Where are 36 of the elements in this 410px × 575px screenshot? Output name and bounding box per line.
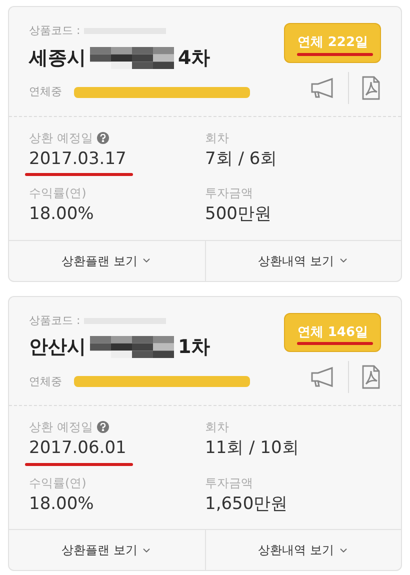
field-value: 500만원 [205,203,272,226]
field-label: 상환 예정일 [29,419,93,436]
field-label: 투자금액 [205,185,253,202]
field-value: 2017.03.17 [29,148,126,170]
help-icon[interactable] [96,132,109,144]
field-label: 회차 [205,130,229,146]
title-prefix: 안산시 [29,335,86,360]
pdf-icon[interactable] [361,76,381,100]
field-value: 1,650만원 [205,492,288,516]
toggle-button[interactable]: 상환내역 보기 [205,530,401,570]
field-value: 18.00% [29,492,94,516]
title-suffix: 1차 [178,335,210,360]
status-label: 연체중 [29,374,62,390]
title-suffix: 4차 [178,46,210,70]
overdue-badge: 연체 146일 [284,312,381,352]
toggle-button[interactable]: 상환플랜 보기 [9,530,205,570]
pdf-icon[interactable] [361,365,381,389]
help-icon[interactable] [96,421,109,433]
field-label: 상환 예정일 [29,130,93,146]
field-label: 투자금액 [205,474,253,492]
field-value: 7회 / 6회 [205,148,278,170]
field-value: 18.00% [29,203,94,226]
status-label: 연체중 [29,84,62,100]
toggle-button[interactable]: 상환내역 보기 [205,240,401,280]
product-code-label: 상품코드 : [29,23,80,39]
field-label: 회차 [205,419,229,436]
megaphone-icon[interactable] [310,366,336,388]
product-code-label: 상품코드 : [29,312,80,328]
field-label: 수익률(연) [29,474,86,492]
field-value: 2017.06.01 [29,437,126,460]
field-label: 수익률(연) [29,185,86,202]
title-prefix: 세종시 [29,46,86,70]
field-value: 11회 / 10회 [205,437,299,460]
toggle-button[interactable]: 상환플랜 보기 [9,240,205,280]
overdue-badge: 연체 222일 [284,23,381,62]
megaphone-icon[interactable] [310,76,336,98]
